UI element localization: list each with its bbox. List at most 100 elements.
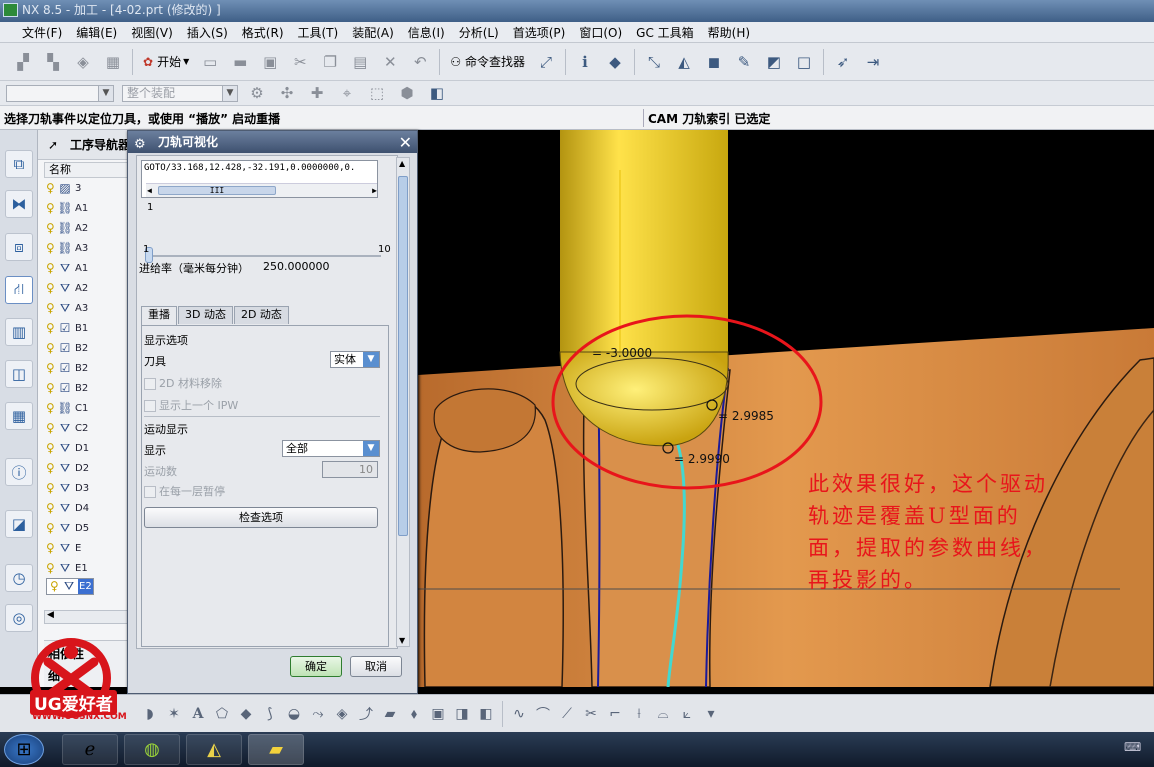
menu-view[interactable]: 视图(V) [124,24,180,41]
list-item[interactable]: ♀ ⛛ D3 [46,478,90,498]
select-box-icon[interactable]: ⬚ [365,81,389,105]
list-item[interactable]: ♀ ▨ 3 [46,178,82,198]
menu-format[interactable]: 格式(R) [235,24,291,41]
menu-tools[interactable]: 工具(T) [291,24,346,41]
gear-icon[interactable]: ⚙ [134,134,146,156]
color-icon[interactable]: ✎ [732,50,756,74]
solid-icon[interactable]: ⬧ [403,703,425,725]
arc-icon[interactable]: ⌒ [532,703,554,725]
nx-taskbar-icon[interactable]: ◭ [186,734,242,765]
menu-edit[interactable]: 编辑(E) [69,24,124,41]
pause-each-layer-checkbox[interactable]: 在每一层暂停 [144,483,225,499]
undo-icon[interactable]: ↶ [408,50,432,74]
checkbox[interactable] [144,400,156,412]
new-file-icon[interactable]: ▭ [198,50,222,74]
list-item[interactable]: ♀ ⛓ A1 [46,198,89,218]
boolean-icon[interactable]: ◧ [475,703,497,725]
plane-icon[interactable]: ◆ [235,703,257,725]
layer-box-icon[interactable]: □ [792,50,816,74]
display-select[interactable]: 全部 ▼ [282,440,380,457]
column-header-name[interactable]: 名称 [44,162,128,178]
open-folder-icon[interactable]: ▬ [228,50,252,74]
arrow-left-icon[interactable]: ◀ [47,610,54,620]
zoom-fit-icon[interactable]: ⤡ [642,50,666,74]
web-icon[interactable]: ◎ [5,604,33,632]
menu-window[interactable]: 窗口(O) [572,24,629,41]
list-item[interactable]: ♀ ☑ B2 [46,338,89,358]
motion-slider-track[interactable] [145,255,381,257]
tab-3d-dynamic[interactable]: 3D 动态 [178,306,233,324]
list-item[interactable]: ♀ ⛛ E1 [46,558,89,578]
history-clock-icon[interactable]: ◷ [5,564,33,592]
list-item-selected[interactable]: ♀ ⛛ E2 [46,578,94,595]
spline-icon[interactable]: ∿ [508,703,530,725]
list-item[interactable]: ♀ ⛛ C2 [46,418,89,438]
reuse-library-icon[interactable]: ▥ [5,318,33,346]
tab-2d-dynamic[interactable]: 2D 动态 [233,306,289,324]
close-icon[interactable]: ✕ [399,132,412,154]
extrude-icon[interactable]: ▣ [427,703,449,725]
menu-gc-toolkit[interactable]: GC 工具箱 [629,24,701,41]
check-options-button[interactable]: 检查选项 [144,507,378,528]
orient-view-icon[interactable]: ➶ [831,50,855,74]
list-item[interactable]: ♀ ⛛ A2 [46,278,89,298]
list-item[interactable]: ♀ ☑ B2 [46,378,89,398]
wrap-curve-icon[interactable]: ⤴ [355,703,377,725]
list-item[interactable]: ♀ ⛛ D5 [46,518,90,538]
text-icon[interactable]: A [187,703,209,725]
goto-line[interactable]: GOTO/33.168,12.428,-32.191,0.0000000,0. [144,163,355,173]
intersection-icon[interactable]: ⌖ [335,81,359,105]
list-item[interactable]: ♀ ⛛ A3 [46,298,89,318]
type-filter-select[interactable]: ▼ [6,84,114,102]
scroll-thumb[interactable]: III [158,186,276,195]
point-on-icon[interactable]: ✚ [305,81,329,105]
start-button[interactable]: ✿ 开始 ▼ [137,48,195,76]
project-curve-icon[interactable]: ◒ [283,703,305,725]
motion-count-field[interactable]: 10 [322,461,378,478]
copy-icon[interactable]: ❐ [318,50,342,74]
component-icon[interactable]: ◈ [71,50,95,74]
menu-assemblies[interactable]: 装配(A) [345,24,401,41]
paste-icon[interactable]: ▤ [348,50,372,74]
constraint-navigator-icon[interactable]: ⧓ [5,190,33,218]
render-style-icon[interactable]: ◭ [672,50,696,74]
more-icon[interactable]: ▾ [700,703,722,725]
palette-icon[interactable]: ▦ [5,402,33,430]
ie-icon[interactable]: ℯ [62,734,118,765]
list-item[interactable]: ♀ ⛛ D2 [46,458,90,478]
list-item[interactable]: ♀ ⛓ C1 [46,398,89,418]
menu-information[interactable]: 信息(I) [401,24,452,41]
extract-curve-icon[interactable]: ◈ [331,703,353,725]
material-removal-checkbox[interactable]: 2D 材料移除 [144,375,222,391]
menu-help[interactable]: 帮助(H) [701,24,757,41]
pin-icon[interactable]: ➚ [48,130,58,160]
keyboard-icon[interactable]: ⌨ [1124,740,1141,754]
constraint-icon[interactable]: ▦ [101,50,125,74]
list-item[interactable]: ♀ ⛓ A2 [46,218,89,238]
scroll-thumb[interactable] [398,176,408,536]
arrow-down-icon[interactable]: ▼ [399,636,405,645]
list-item[interactable]: ♀ ⛛ D4 [46,498,90,518]
wcs-icon[interactable]: ⇥ [861,50,885,74]
dialog-vscrollbar[interactable]: ▲ ▼ [396,157,410,647]
assembly-tool-icon[interactable]: ▞ [11,50,35,74]
checkbox[interactable] [144,486,156,498]
save-icon[interactable]: ▣ [258,50,282,74]
arrow-left-icon[interactable]: ◀ [147,184,152,197]
list-item[interactable]: ♀ ⛛ E [46,538,82,558]
ok-button[interactable]: 确定 [290,656,342,677]
toolpath-list[interactable]: GOTO/33.168,12.428,-32.191,0.0000000,0. … [141,160,378,198]
list-item[interactable]: ♀ ⛓ A3 [46,238,89,258]
app-icon[interactable]: ◍ [124,734,180,765]
cube-icon[interactable]: ◧ [425,81,449,105]
snap-point-icon[interactable]: ✣ [275,81,299,105]
snap-view-icon[interactable]: ◆ [603,50,627,74]
tool-display-select[interactable]: 实体 ▼ [330,351,380,368]
fit-view-icon[interactable]: ⤢ [534,50,558,74]
trim-icon[interactable]: ✂ [580,703,602,725]
web-browser-icon[interactable]: ◫ [5,360,33,388]
assembly-tool-2-icon[interactable]: ▚ [41,50,65,74]
arrow-up-icon[interactable]: ▲ [399,159,405,168]
filter-reset-icon[interactable]: ⚙ [245,81,269,105]
sketch-icon[interactable]: ◗ [139,703,161,725]
